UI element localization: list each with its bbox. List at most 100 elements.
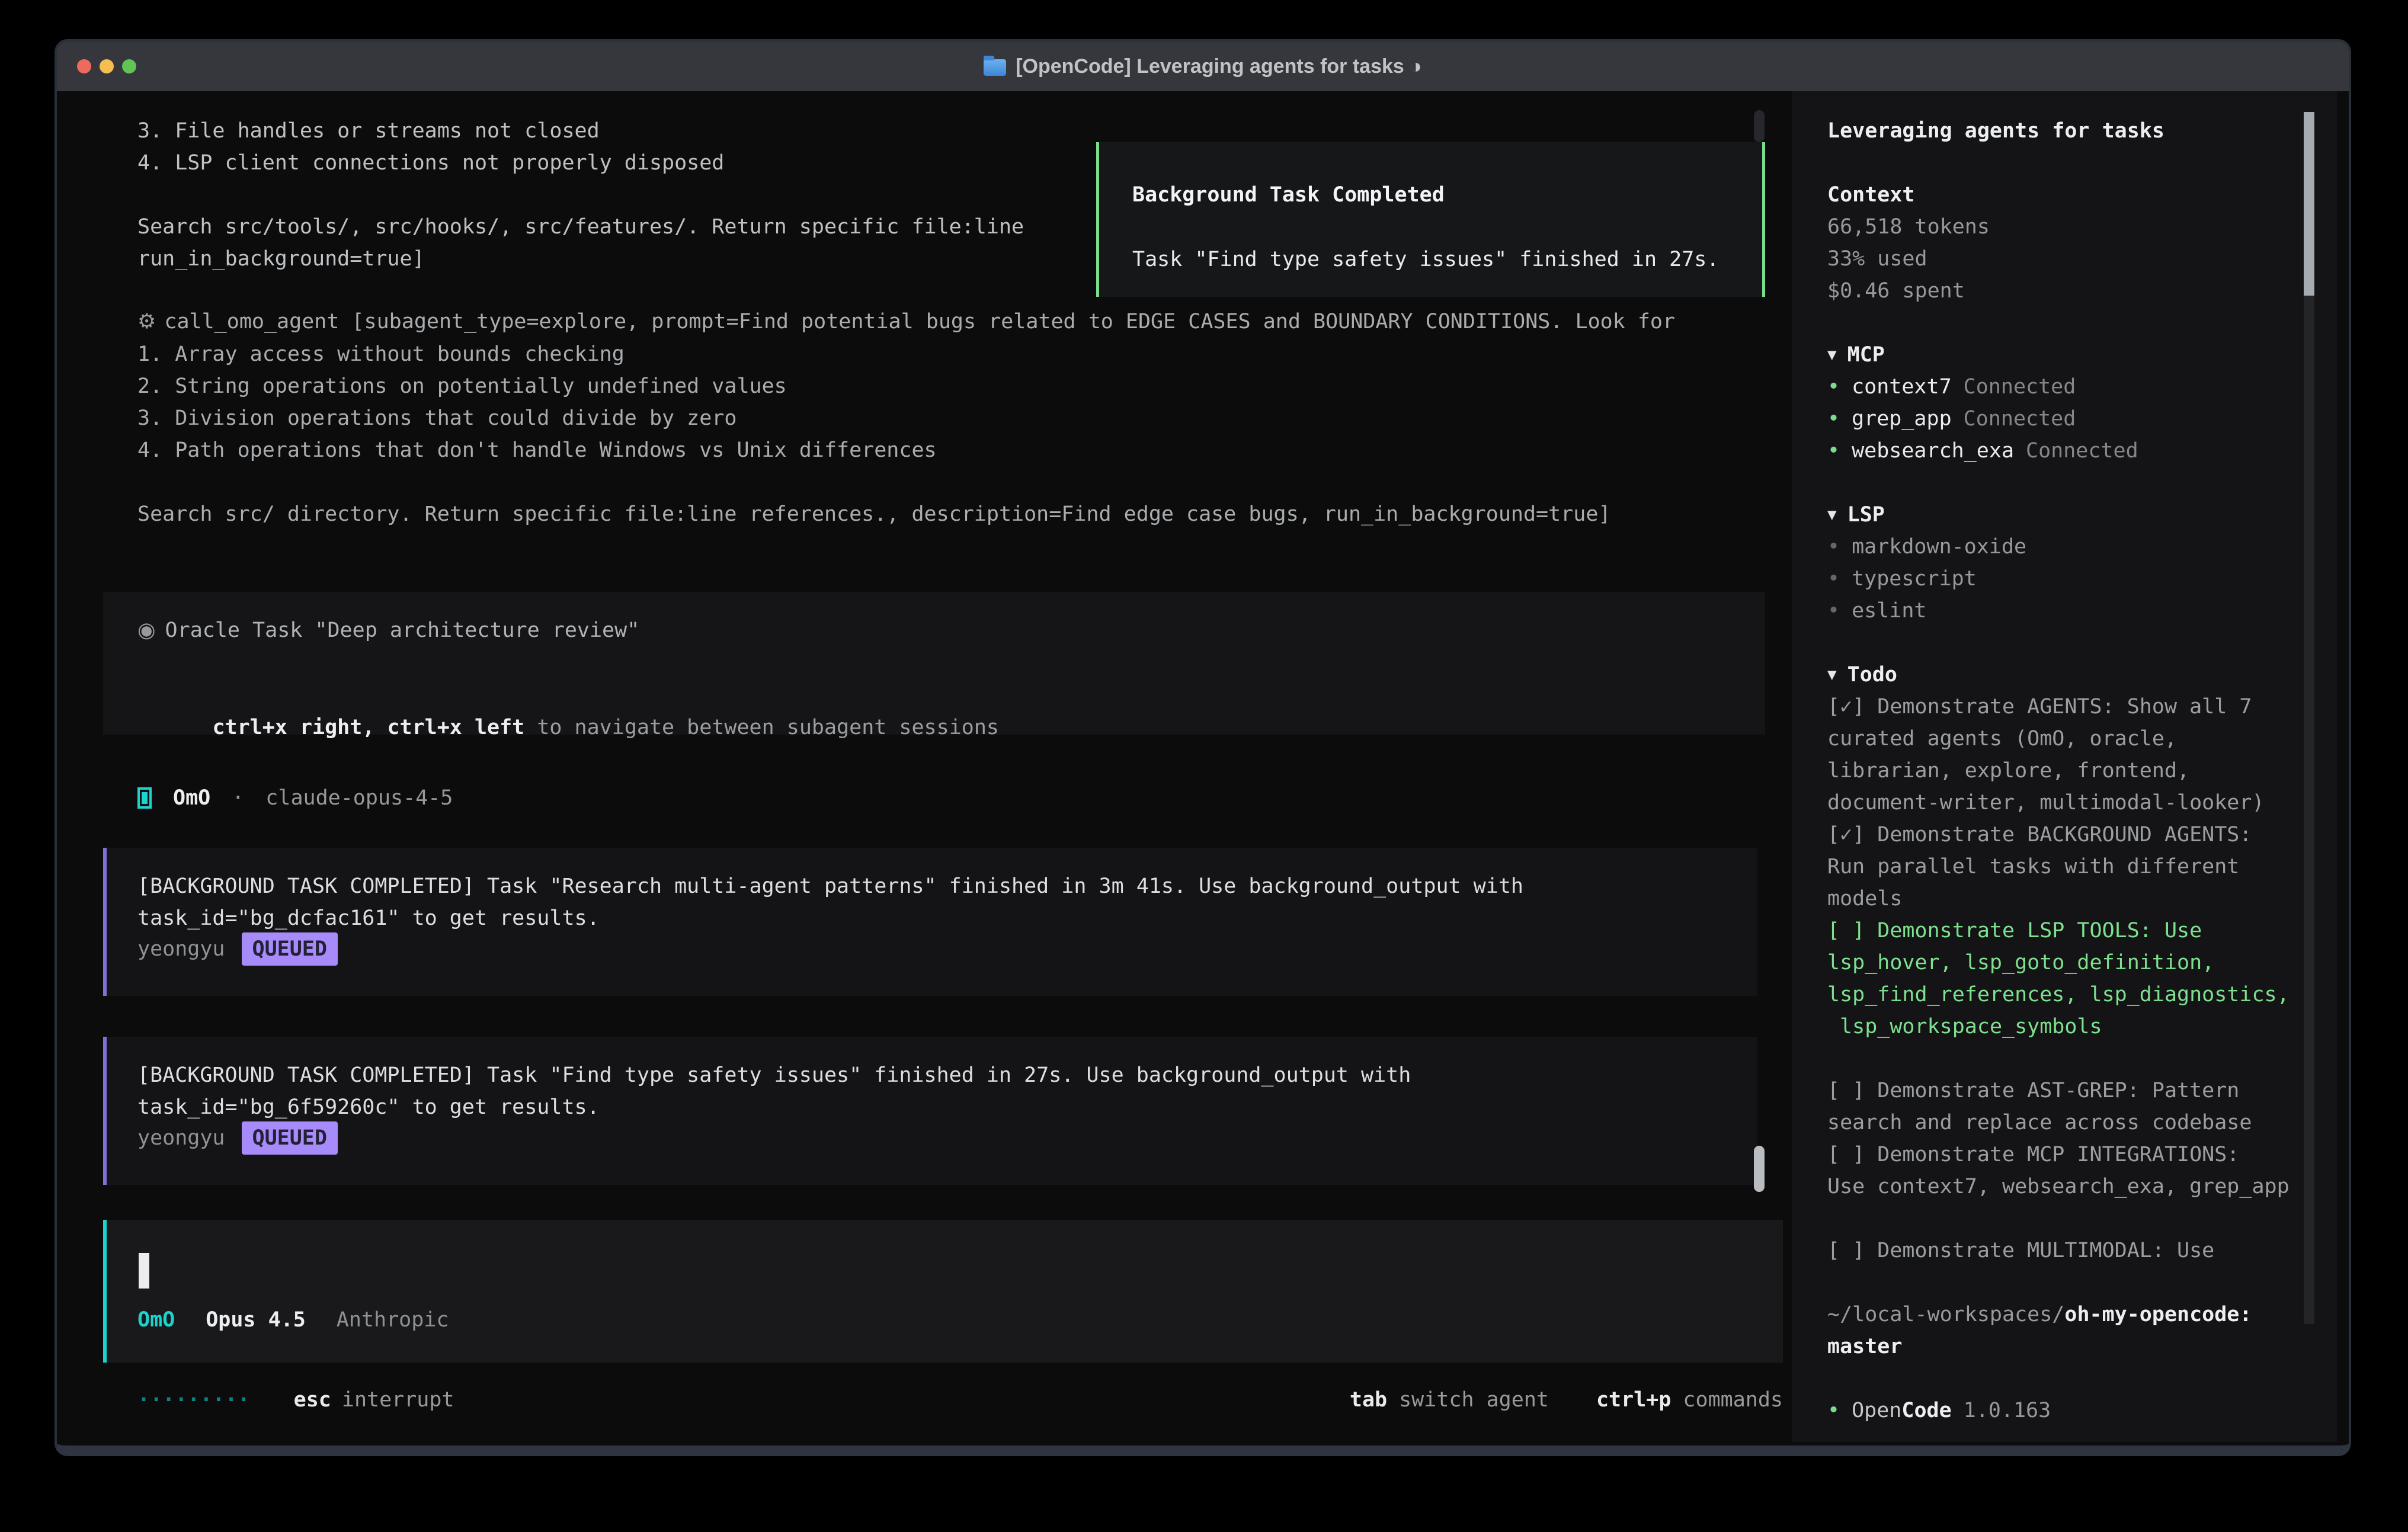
input-model-name: Opus 4.5 (206, 1304, 306, 1336)
mcp-name: grep_app (1852, 403, 1952, 435)
oracle-task-title: Oracle Task "Deep architecture review" (165, 614, 640, 646)
zoom-button[interactable] (122, 59, 136, 73)
todo-item-pending: [ ] Demonstrate AST-GREP: Pattern search… (1827, 1075, 2337, 1139)
context-tokens: 66,518 tokens (1827, 211, 2337, 243)
todo-item-pending: [ ] Demonstrate MCP INTEGRATIONS: Use co… (1827, 1139, 2337, 1203)
oracle-task-box: ◉ Oracle Task "Deep architecture review"… (103, 592, 1765, 735)
status-badge: QUEUED (242, 932, 338, 966)
agent-name: OmO (173, 782, 210, 814)
mcp-item: • websearch_exa Connected (1827, 435, 2337, 467)
task-completed-text: [BACKGROUND TASK COMPLETED] Task "Resear… (137, 870, 1523, 934)
todo-section: ▼ Todo [✓] Demonstrate AGENTS: Show all … (1827, 659, 2337, 1267)
todo-item-done: [✓] Demonstrate AGENTS: Show all 7 curat… (1827, 691, 2337, 819)
mcp-status: Connected (1964, 371, 2076, 403)
lsp-item: • eslint (1827, 595, 2337, 627)
session-sidebar: Leveraging agents for tasks Context 66,5… (1792, 91, 2337, 1442)
task-completed-text: [BACKGROUND TASK COMPLETED] Task "Find t… (137, 1059, 1411, 1123)
mcp-item: • grep_app Connected (1827, 403, 2337, 435)
brand-code: Code (1901, 1399, 1951, 1422)
lsp-name: typescript (1852, 563, 1977, 595)
bullet-dot-icon: • (1827, 563, 1840, 595)
subagent-navigation-hint: ctrl+x right, ctrl+x left to navigate be… (137, 680, 999, 775)
bullet-dot-icon: • (1827, 531, 1840, 563)
connected-dot-icon: • (1827, 403, 1840, 435)
lsp-name: markdown-oxide (1852, 531, 2026, 563)
notification-title: Background Task Completed (1132, 179, 1445, 211)
mcp-heading: MCP (1847, 339, 1885, 371)
bullet-dot-icon: • (1827, 595, 1840, 627)
workspace-path: ~/local-workspaces/oh-my-opencode: maste… (1827, 1299, 2337, 1363)
task-user: yeongyu (137, 1122, 225, 1154)
mcp-item: • context7 Connected (1827, 371, 2337, 403)
input-agent-name: OmO (137, 1304, 175, 1336)
version-line: • OpenCode 1.0.163 (1827, 1395, 2337, 1427)
ctrlp-key-label: commands (1683, 1384, 1783, 1416)
minimize-button[interactable] (100, 59, 114, 73)
mcp-name: websearch_exa (1852, 435, 2014, 467)
session-title: Leveraging agents for tasks (1827, 115, 2337, 147)
prompt-input[interactable]: OmO Opus 4.5 Anthropic (103, 1220, 1783, 1363)
context-heading: Context (1827, 179, 1915, 211)
folder-icon (984, 59, 1006, 76)
todo-item-done: [✓] Demonstrate BACKGROUND AGENTS: Run p… (1827, 819, 2337, 915)
lsp-item: • markdown-oxide (1827, 531, 2337, 563)
task-user: yeongyu (137, 933, 225, 965)
tab-key-hint: tab (1350, 1384, 1387, 1416)
mcp-name: context7 (1852, 371, 1952, 403)
spinner-dots-icon: ········· (137, 1384, 250, 1416)
tool-call-line: ⚙ call_omo_agent [subagent_type=explore,… (137, 306, 1755, 338)
workspace-repo: oh-my-opencode: (2064, 1303, 2252, 1326)
terminal-scrollback-text: 3. File handles or streams not closed 4.… (137, 115, 1024, 275)
esc-key-hint: esc (294, 1384, 331, 1416)
input-provider-name: Anthropic (337, 1304, 449, 1336)
background-task-notification[interactable]: Background Task Completed Task "Find typ… (1096, 142, 1765, 297)
chevron-down-icon: ▼ (1827, 499, 1837, 531)
tool-call-body: 1. Array access without bounds checking … (137, 338, 1610, 530)
mcp-status: Connected (1964, 403, 2076, 435)
connected-dot-icon: • (1827, 371, 1840, 403)
gear-icon: ⚙ (137, 306, 156, 338)
sidebar-scrollbar-thumb[interactable] (2304, 112, 2314, 296)
status-dot-icon: • (1827, 1395, 1840, 1427)
terminal-window: [OpenCode] Leveraging agents for tasks ◑… (55, 39, 2351, 1456)
workspace-path-prefix: ~/local-workspaces/ (1827, 1303, 2064, 1326)
status-bar: ········· esc interrupt tab switch agent… (137, 1384, 1783, 1416)
todo-item-active: [ ] Demonstrate LSP TOOLS: Use lsp_hover… (1827, 915, 2337, 1043)
hint-key-left: ctrl+x left (387, 716, 524, 739)
traffic-lights (77, 41, 136, 91)
context-spent: $0.46 spent (1827, 275, 2337, 307)
context-used: 33% used (1827, 243, 2337, 275)
esc-key-label: interrupt (342, 1384, 454, 1416)
status-badge: QUEUED (242, 1121, 338, 1155)
lsp-section: ▼ LSP • markdown-oxide • typescript • es… (1827, 499, 2337, 627)
chevron-down-icon: ▼ (1827, 659, 1837, 691)
main-scrollbar-thumb-top[interactable] (1754, 110, 1765, 142)
oracle-status-icon: ◉ (137, 614, 156, 646)
hint-description: to navigate between subagent sessions (524, 716, 999, 739)
context-section: Context 66,518 tokens 33% used $0.46 spe… (1827, 179, 2337, 307)
lsp-heading: LSP (1847, 499, 1885, 531)
tab-key-label: switch agent (1399, 1384, 1549, 1416)
todo-heading: Todo (1847, 659, 1897, 691)
todo-item-pending: [ ] Demonstrate MULTIMODAL: Use (1827, 1235, 2337, 1267)
agent-model-line: OmO · claude-opus-4-5 (137, 782, 453, 814)
window-title: [OpenCode] Leveraging agents for tasks ◑ (1016, 50, 1422, 82)
background-task-block-1: [BACKGROUND TASK COMPLETED] Task "Resear… (103, 848, 1757, 996)
lsp-name: eslint (1852, 595, 1926, 627)
ctrlp-key-hint: ctrl+p (1596, 1384, 1671, 1416)
workspace-branch: master (1827, 1335, 1902, 1358)
notification-body: Task "Find type safety issues" finished … (1132, 243, 1719, 275)
background-task-block-2: [BACKGROUND TASK COMPLETED] Task "Find t… (103, 1037, 1757, 1185)
main-scrollbar-thumb[interactable] (1754, 1146, 1765, 1192)
title-bar[interactable]: [OpenCode] Leveraging agents for tasks ◑ (57, 41, 2349, 91)
agent-cursor-icon (137, 787, 152, 809)
brand-open: Open (1852, 1399, 1901, 1422)
connected-dot-icon: • (1827, 435, 1840, 467)
tool-call-text: call_omo_agent [subagent_type=explore, p… (164, 306, 1675, 338)
version-number: 1.0.163 (1964, 1395, 2051, 1427)
hint-key-right: ctrl+x right, (212, 716, 387, 739)
close-button[interactable] (77, 59, 91, 73)
mcp-status: Connected (2026, 435, 2138, 467)
chevron-down-icon: ▼ (1827, 339, 1837, 371)
text-cursor (139, 1253, 149, 1289)
